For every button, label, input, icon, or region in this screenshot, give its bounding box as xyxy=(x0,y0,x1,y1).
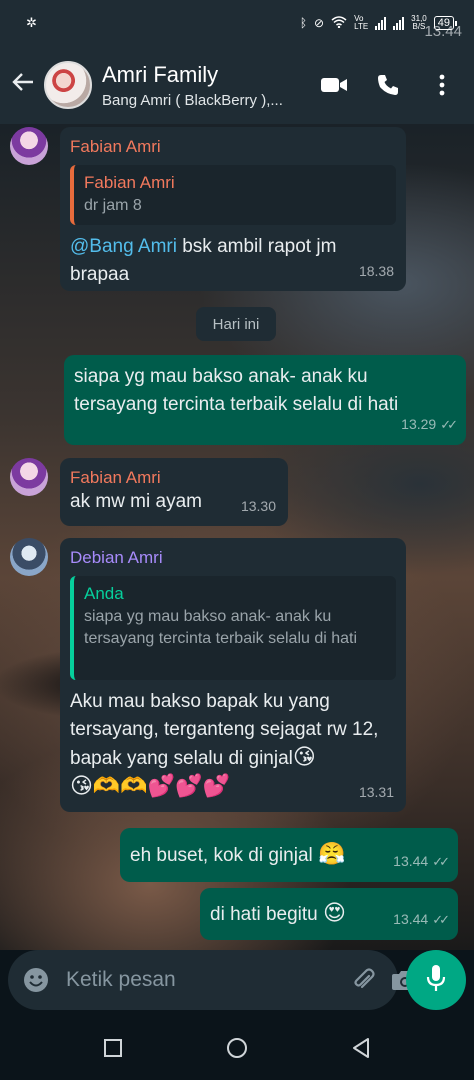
phone-icon[interactable] xyxy=(368,65,408,105)
status-bar: 13.44 ✲ ᛒ ⊘ Vo LTE 31,0 B/S 49 xyxy=(0,0,474,46)
sender-avatar[interactable] xyxy=(10,127,48,165)
sender-avatar[interactable] xyxy=(10,538,48,576)
quoted-sender: Fabian Amri xyxy=(84,173,175,192)
system-navigation-bar xyxy=(0,1016,474,1080)
message-time-status: 13.29 ✓✓ xyxy=(401,410,458,439)
chat-title: Amri Family xyxy=(102,61,219,87)
message-sender: Debian Amri xyxy=(70,548,163,567)
nav-back-icon[interactable] xyxy=(347,1034,375,1062)
nav-recents-icon[interactable] xyxy=(99,1034,127,1062)
message-bubble-incoming[interactable]: Fabian Amri Fabian Amri dr jam 8 @Bang A… xyxy=(60,127,406,291)
quoted-message[interactable]: Fabian Amri dr jam 8 xyxy=(70,165,396,225)
back-arrow-icon[interactable] xyxy=(12,71,40,99)
mic-icon xyxy=(426,964,446,997)
message-composer xyxy=(0,950,474,1016)
message-sender: Fabian Amri xyxy=(70,137,161,156)
message-body: Aku mau bakso bapak ku yang tersayang, t… xyxy=(70,691,379,769)
date-divider: Hari ini xyxy=(196,307,276,341)
message-time: 18.38 xyxy=(358,263,394,279)
message-bubble-outgoing[interactable]: eh buset, kok di ginjal 😤 13.44 ✓✓ xyxy=(120,828,458,882)
message-body: eh buset, kok di ginjal xyxy=(130,845,313,866)
group-avatar[interactable] xyxy=(44,61,92,109)
more-vert-icon[interactable] xyxy=(422,65,462,105)
message-input-container xyxy=(8,950,418,1010)
do-not-disturb-icon: ⊘ xyxy=(314,16,325,30)
message-time: 13.30 xyxy=(240,498,276,514)
message-time: 13.29 xyxy=(401,416,437,432)
kiss-emoji: 😘 xyxy=(292,745,316,770)
sender-avatar[interactable] xyxy=(10,458,48,496)
message-time: 13.31 xyxy=(358,784,394,800)
emoji-icon[interactable] xyxy=(22,966,50,994)
message-body: di hati begitu xyxy=(210,904,318,925)
quoted-message[interactable]: Anda siapa yg mau bakso anak- anak ku te… xyxy=(70,576,396,680)
read-ticks-icon: ✓✓ xyxy=(440,417,458,432)
message-bubble-outgoing[interactable]: siapa yg mau bakso anak- anak ku tersaya… xyxy=(64,355,466,445)
chat-header: Amri Family Bang Amri ( BlackBerry ),... xyxy=(0,46,474,124)
read-ticks-icon: ✓✓ xyxy=(432,912,450,927)
volte-icon: Vo LTE xyxy=(354,14,369,31)
message-bubble-outgoing[interactable]: di hati begitu 😍 13.44 ✓✓ xyxy=(200,888,458,940)
mention-link[interactable]: @Bang Amri xyxy=(70,236,177,257)
message-time-status: 13.44 ✓✓ xyxy=(393,847,450,876)
read-ticks-icon: ✓✓ xyxy=(432,854,450,869)
battery-level: 49 xyxy=(437,17,450,29)
chat-messages[interactable]: Fabian Amri Fabian Amri dr jam 8 @Bang A… xyxy=(0,124,474,950)
message-input[interactable] xyxy=(66,968,337,992)
message-text: Aku mau bakso bapak ku yang tersayang, t… xyxy=(70,688,396,802)
message-text: @Bang Amri bsk ambil rapot jm brapaa xyxy=(70,233,396,289)
quoted-text: dr jam 8 xyxy=(84,197,142,214)
quoted-sender: Anda xyxy=(84,584,124,603)
message-text: siapa yg mau bakso anak- anak ku tersaya… xyxy=(74,366,399,415)
attach-icon[interactable] xyxy=(351,963,377,997)
nav-home-icon[interactable] xyxy=(223,1034,251,1062)
settings-gear-icon: ✲ xyxy=(26,15,37,30)
signal-2-icon xyxy=(393,16,405,30)
bluetooth-icon: ᛒ xyxy=(299,16,308,30)
video-call-icon[interactable] xyxy=(314,65,354,105)
mic-button[interactable] xyxy=(406,950,466,1010)
wifi-icon xyxy=(331,15,347,31)
emoji: 😍 xyxy=(323,901,346,926)
message-time: 13.44 xyxy=(393,911,429,927)
message-sender: Fabian Amri xyxy=(70,468,161,487)
message-time-status: 13.44 ✓✓ xyxy=(393,905,450,934)
message-time: 13.44 xyxy=(393,853,429,869)
battery-icon: 49 xyxy=(433,16,458,30)
emoji: 😤 xyxy=(318,842,346,867)
message-bubble-incoming[interactable]: Debian Amri Anda siapa yg mau bakso anak… xyxy=(60,538,406,812)
chat-header-info[interactable]: Amri Family Bang Amri ( BlackBerry ),... xyxy=(102,62,300,109)
message-bubble-incoming[interactable]: Fabian Amri ak mw mi ayam 13.30 xyxy=(60,458,288,526)
signal-1-icon xyxy=(375,16,387,30)
quoted-text: siapa yg mau bakso anak- anak ku tersaya… xyxy=(84,608,358,647)
emoji-line: 😘🫶🫶💕💕💕 xyxy=(70,774,230,799)
chat-subtitle: Bang Amri ( BlackBerry ),... xyxy=(102,91,283,109)
